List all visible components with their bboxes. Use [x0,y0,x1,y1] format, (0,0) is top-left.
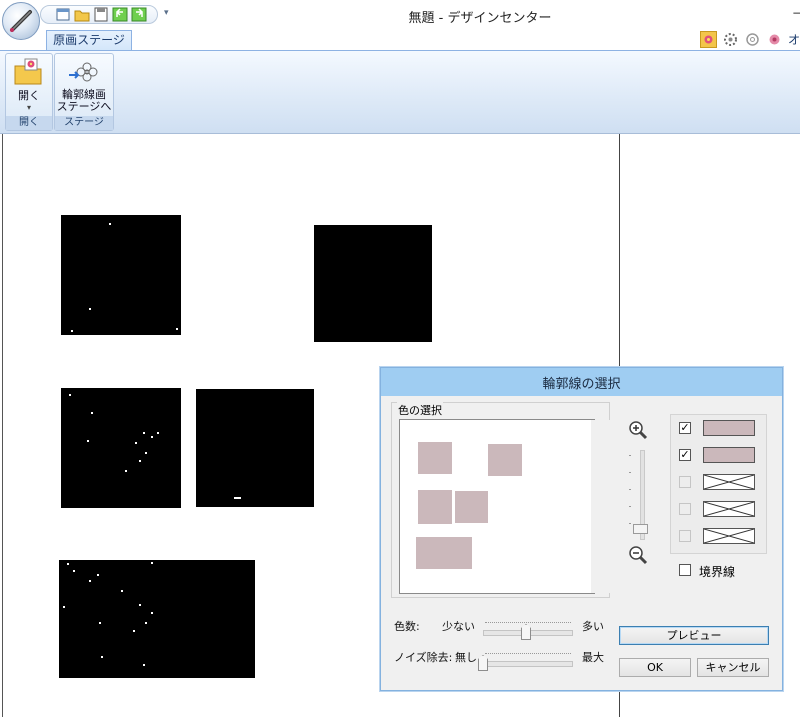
preview-scrollbar[interactable] [591,420,614,593]
preview-color-block [418,442,452,474]
ok-button[interactable]: OK [619,658,691,677]
outline-stage-icon [69,62,98,82]
noise-removal-label: ノイズ除去: [394,651,453,664]
outline-flower-icon[interactable] [744,31,761,48]
color-swatch[interactable] [703,420,755,436]
swatch-checkbox[interactable] [679,476,691,488]
window-title: 無題 - デザインセンター [408,11,552,26]
ribbon-group-stage: 輪郭線画 ステージへ ステージ [54,53,114,131]
zoom-slider-thumb[interactable] [633,524,648,534]
image-block [61,215,181,335]
window-control-icon[interactable]: − [792,6,800,20]
color-count-slider-thumb[interactable] [521,624,531,640]
flower-icon[interactable] [700,31,717,48]
border-line-label: 境界線 [699,565,736,579]
swatch-checkbox[interactable]: ✓ [679,449,691,461]
zoom-out-icon[interactable] [627,544,649,566]
dropdown-arrow-icon: ▾ [26,103,31,112]
noise-removal-slider[interactable] [483,661,573,667]
ribbon-group-open: 開く ▾ 開く [5,53,53,131]
color-count-label: 色数: [394,620,420,633]
ribbon-right-text: オ [788,33,800,47]
preview-color-block [455,491,488,523]
color-preview[interactable] [399,419,614,594]
outline-stage-button[interactable]: 輪郭線画 ステージへ [55,56,113,116]
preview-color-block [488,444,522,476]
ribbon-panel [0,50,800,134]
color-count-max-label: 多い [582,620,604,633]
empty-swatch[interactable] [703,501,755,517]
color-count-min-label: 少ない [442,620,475,633]
preview-color-block [418,490,452,524]
cancel-button[interactable]: キャンセル [697,658,769,677]
noise-removal-slider-thumb[interactable] [478,655,488,671]
outline-selection-dialog: 輪郭線の選択 色の選択 ✓ ✓ 境界線 色数: 少ない 多い ノイズ除去: 無し … [380,367,783,691]
color-selection-label: 色の選択 [397,402,443,418]
pink-flower-icon[interactable] [766,31,783,48]
zoom-in-icon[interactable] [627,419,649,441]
open-button-label: 開く [18,89,40,102]
noise-removal-min-label: 無し [455,651,477,664]
tab-original-stage[interactable]: 原画ステージ [46,30,132,51]
canvas-left-border [2,134,3,717]
pen-icon [10,10,32,32]
swatch-checkbox[interactable]: ✓ [679,422,691,434]
gear-flower-icon[interactable] [722,31,739,48]
swatch-checkbox[interactable] [679,503,691,515]
preview-color-block [416,537,472,569]
dialog-title: 輪郭線の選択 [542,377,621,392]
ribbon-group-caption: ステージ [55,116,113,130]
open-button[interactable]: 開く ▾ [6,56,52,116]
open-folder-icon [14,58,42,85]
ribbon-group-caption: 開く [6,116,52,130]
outline-stage-label-line2: ステージへ [56,100,112,113]
border-line-checkbox[interactable] [679,564,691,576]
swatch-checkbox[interactable] [679,530,691,542]
preview-button[interactable]: プレビュー [619,626,769,645]
image-block [196,389,314,507]
image-block [59,560,255,678]
image-block [61,388,181,508]
application-menu-button[interactable] [2,2,40,40]
noise-removal-max-label: 最大 [582,651,604,664]
color-swatch[interactable] [703,447,755,463]
image-block [314,225,432,342]
empty-swatch[interactable] [703,528,755,544]
empty-swatch[interactable] [703,474,755,490]
